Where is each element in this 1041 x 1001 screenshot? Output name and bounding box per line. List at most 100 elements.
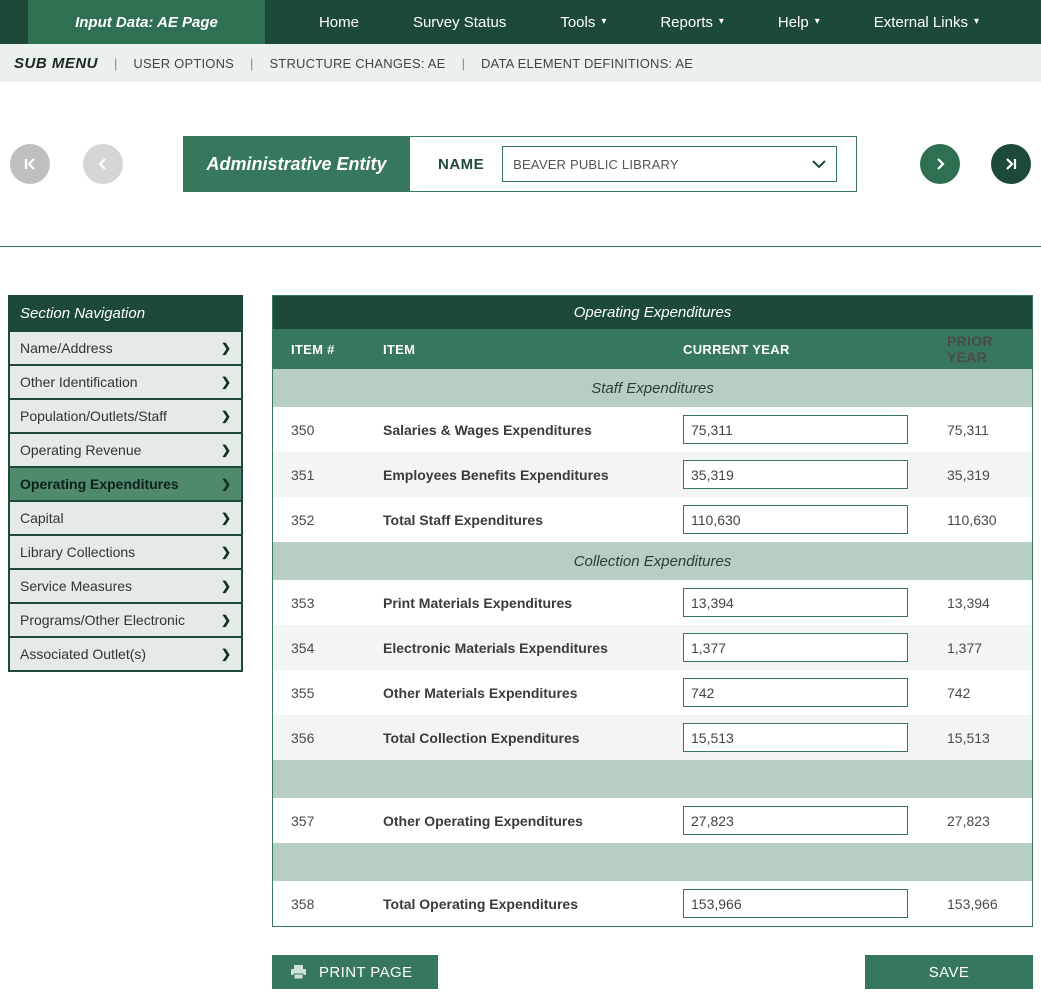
col-current-year: CURRENT YEAR	[683, 342, 928, 357]
sidebar-title: Section Navigation	[10, 297, 241, 330]
sidebar-item-name-address[interactable]: Name/Address❯	[10, 330, 241, 364]
chevron-down-icon	[810, 157, 828, 171]
col-item-number: ITEM #	[291, 342, 383, 357]
chevron-right-icon: ❯	[221, 613, 231, 627]
submenu-structure-changes[interactable]: STRUCTURE CHANGES: AE	[269, 56, 445, 71]
name-label: NAME	[438, 156, 484, 173]
chevron-right-icon: ❯	[221, 647, 231, 661]
table-row: 352 Total Staff Expenditures 110,630	[273, 497, 1032, 542]
printer-icon	[290, 964, 307, 980]
col-prior-year: PRIOR YEAR	[928, 333, 1014, 365]
previous-record-button[interactable]	[83, 144, 123, 184]
separator: |	[250, 56, 253, 71]
sidebar-item-operating-expenditures[interactable]: Operating Expenditures❯	[10, 466, 241, 500]
nav-tools[interactable]: Tools▾	[560, 14, 606, 31]
last-record-icon	[1003, 156, 1019, 172]
item-name: Salaries & Wages Expenditures	[383, 422, 683, 438]
item-number: 350	[291, 422, 383, 438]
item-name: Other Operating Expenditures	[383, 813, 683, 829]
top-navbar: Input Data: AE Page Home Survey Status T…	[0, 0, 1041, 44]
item-name: Total Staff Expenditures	[383, 512, 683, 528]
current-year-input-355[interactable]	[683, 678, 908, 707]
chevron-right-icon: ❯	[221, 375, 231, 389]
submenu-bar: SUB MENU | USER OPTIONS | STRUCTURE CHAN…	[0, 44, 1041, 82]
section-band-empty	[273, 760, 1032, 798]
prior-year-value: 1,377	[928, 640, 1014, 656]
item-number: 356	[291, 730, 383, 746]
prior-year-value: 742	[928, 685, 1014, 701]
chevron-right-icon: ❯	[221, 579, 231, 593]
nav-help[interactable]: Help▾	[778, 14, 820, 31]
item-number: 352	[291, 512, 383, 528]
chevron-right-icon: ❯	[221, 341, 231, 355]
entity-selector-box: Administrative Entity NAME BEAVER PUBLIC…	[183, 136, 857, 192]
separator: |	[114, 56, 117, 71]
item-name: Print Materials Expenditures	[383, 595, 683, 611]
table-row: 355 Other Materials Expenditures 742	[273, 670, 1032, 715]
submenu-title: SUB MENU	[14, 55, 98, 72]
submenu-user-options[interactable]: USER OPTIONS	[133, 56, 234, 71]
current-year-input-352[interactable]	[683, 505, 908, 534]
current-year-input-351[interactable]	[683, 460, 908, 489]
footer-actions: PRINT PAGE SAVE	[272, 955, 1033, 989]
main-content: Section Navigation Name/Address❯ Other I…	[0, 295, 1041, 927]
item-name: Other Materials Expenditures	[383, 685, 683, 701]
dropdown-caret-icon: ▾	[601, 17, 606, 27]
table-row: 356 Total Collection Expenditures 15,513	[273, 715, 1032, 760]
sidebar-item-library-collections[interactable]: Library Collections❯	[10, 534, 241, 568]
nav-survey-status[interactable]: Survey Status	[413, 14, 506, 31]
next-record-icon	[932, 156, 948, 172]
nav-home[interactable]: Home	[319, 14, 359, 31]
save-button[interactable]: SAVE	[865, 955, 1033, 989]
table-row: 350 Salaries & Wages Expenditures 75,311	[273, 407, 1032, 452]
dropdown-caret-icon: ▾	[719, 17, 724, 27]
first-record-icon	[22, 156, 38, 172]
chevron-right-icon: ❯	[221, 443, 231, 457]
prior-year-value: 27,823	[928, 813, 1014, 829]
prior-year-value: 153,966	[928, 896, 1014, 912]
first-record-button[interactable]	[10, 144, 50, 184]
sidebar-item-population-outlets-staff[interactable]: Population/Outlets/Staff❯	[10, 398, 241, 432]
current-year-input-353[interactable]	[683, 588, 908, 617]
section-band-collection: Collection Expenditures	[273, 542, 1032, 580]
sidebar-item-associated-outlets[interactable]: Associated Outlet(s)❯	[10, 636, 241, 670]
next-record-button[interactable]	[920, 144, 960, 184]
previous-record-icon	[95, 156, 111, 172]
sidebar-item-operating-revenue[interactable]: Operating Revenue❯	[10, 432, 241, 466]
item-number: 353	[291, 595, 383, 611]
col-item: ITEM	[383, 342, 683, 357]
current-year-input-357[interactable]	[683, 806, 908, 835]
current-year-input-356[interactable]	[683, 723, 908, 752]
sidebar-item-programs-other-electronic[interactable]: Programs/Other Electronic❯	[10, 602, 241, 636]
current-year-input-350[interactable]	[683, 415, 908, 444]
current-year-input-354[interactable]	[683, 633, 908, 662]
table-row: 357 Other Operating Expenditures 27,823	[273, 798, 1032, 843]
submenu-data-element-definitions[interactable]: DATA ELEMENT DEFINITIONS: AE	[481, 56, 693, 71]
operating-expenditures-panel: Operating Expenditures ITEM # ITEM CURRE…	[272, 295, 1033, 927]
sidebar-item-service-measures[interactable]: Service Measures❯	[10, 568, 241, 602]
prior-year-value: 75,311	[928, 422, 1014, 438]
print-page-button[interactable]: PRINT PAGE	[272, 955, 438, 989]
entity-name-selected-value: BEAVER PUBLIC LIBRARY	[513, 157, 679, 172]
entity-navigation-bar: Administrative Entity NAME BEAVER PUBLIC…	[0, 82, 1041, 246]
section-navigation-sidebar: Section Navigation Name/Address❯ Other I…	[8, 295, 243, 672]
active-page-tab[interactable]: Input Data: AE Page	[28, 0, 265, 44]
current-year-input-358[interactable]	[683, 889, 908, 918]
nav-reports[interactable]: Reports▾	[660, 14, 724, 31]
sidebar-item-capital[interactable]: Capital❯	[10, 500, 241, 534]
item-name: Employees Benefits Expenditures	[383, 467, 683, 483]
sidebar-item-other-identification[interactable]: Other Identification❯	[10, 364, 241, 398]
item-number: 357	[291, 813, 383, 829]
chevron-right-icon: ❯	[221, 409, 231, 423]
table-row: 354 Electronic Materials Expenditures 1,…	[273, 625, 1032, 670]
item-number: 351	[291, 467, 383, 483]
entity-type-title: Administrative Entity	[183, 136, 410, 192]
dropdown-caret-icon: ▾	[974, 17, 979, 27]
panel-title: Operating Expenditures	[273, 296, 1032, 329]
item-number: 355	[291, 685, 383, 701]
item-name: Total Operating Expenditures	[383, 896, 683, 912]
entity-name-select[interactable]: BEAVER PUBLIC LIBRARY	[502, 146, 837, 182]
last-record-button[interactable]	[991, 144, 1031, 184]
prior-year-value: 13,394	[928, 595, 1014, 611]
nav-external-links[interactable]: External Links▾	[874, 14, 979, 31]
